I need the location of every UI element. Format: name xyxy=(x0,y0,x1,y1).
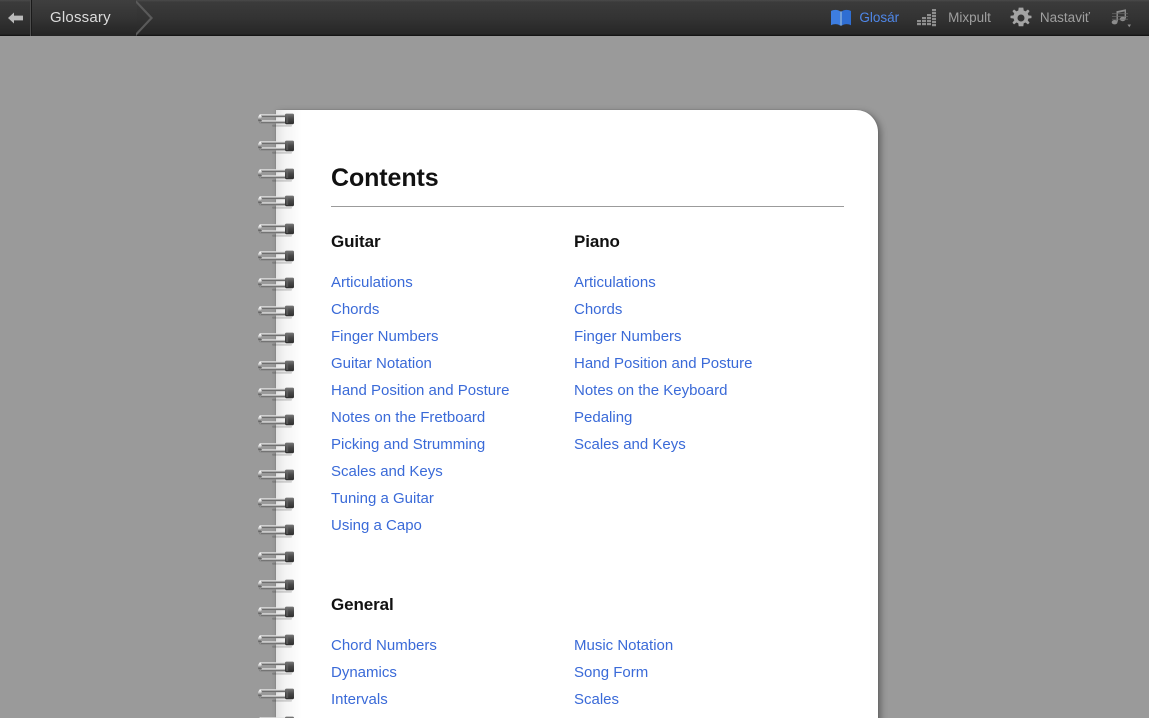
breadcrumb-label: Glossary xyxy=(50,9,111,26)
toolbar-item-glossary[interactable]: Glosár xyxy=(821,0,908,36)
sections-container: Guitar Piano Articulations Chords Finger… xyxy=(331,232,851,713)
list-item[interactable]: Picking and Strumming xyxy=(331,431,574,458)
piano-link-list: Articulations Chords Finger Numbers Hand… xyxy=(574,269,817,539)
mixer-icon xyxy=(917,8,941,27)
toolbar-item-mixer[interactable]: Mixpult xyxy=(908,0,1000,36)
section-general: General Chord Numbers Dynamics Intervals… xyxy=(331,595,851,713)
top-toolbar: Glossary Glosár Mixpult Nastaviť xyxy=(0,0,1149,36)
back-arrow-icon xyxy=(7,11,24,25)
list-item[interactable]: Scales xyxy=(574,686,817,713)
section-heading-general: General xyxy=(331,595,394,614)
music-note-icon xyxy=(1108,8,1132,28)
list-item[interactable]: Chords xyxy=(574,296,817,323)
list-item[interactable]: Articulations xyxy=(574,269,817,296)
list-item[interactable]: Music Notation xyxy=(574,632,817,659)
toolbar-item-settings[interactable]: Nastaviť xyxy=(1000,0,1099,36)
general-link-list-left: Chord Numbers Dynamics Intervals xyxy=(331,632,574,713)
chevron-down-icon xyxy=(1127,24,1131,27)
section-links-row: Chord Numbers Dynamics Intervals Music N… xyxy=(331,632,851,713)
list-item[interactable]: Song Form xyxy=(574,659,817,686)
breadcrumb-chevron-icon xyxy=(135,0,154,36)
list-item[interactable]: Scales and Keys xyxy=(331,458,574,485)
section-headings-row: General xyxy=(331,595,851,615)
title-divider xyxy=(331,206,844,207)
book-icon xyxy=(830,9,852,27)
list-item[interactable]: Scales and Keys xyxy=(574,431,817,458)
breadcrumb-item-glossary[interactable]: Glossary xyxy=(32,0,153,36)
page-title: Contents xyxy=(331,164,439,192)
notebook-page: Contents Guitar Piano Articulations Chor… xyxy=(276,110,878,718)
section-links-row: Articulations Chords Finger Numbers Guit… xyxy=(331,269,851,539)
list-item[interactable]: Hand Position and Posture xyxy=(574,350,817,377)
general-link-list-right: Music Notation Song Form Scales xyxy=(574,632,817,713)
list-item[interactable]: Notes on the Keyboard xyxy=(574,377,817,404)
list-item[interactable]: Tuning a Guitar xyxy=(331,485,574,512)
toolbar-item-music[interactable] xyxy=(1099,0,1141,36)
section-heading-piano: Piano xyxy=(574,232,620,251)
list-item[interactable]: Chord Numbers xyxy=(331,632,574,659)
gear-icon xyxy=(1009,6,1033,30)
section-instruments: Guitar Piano Articulations Chords Finger… xyxy=(331,232,851,539)
toolbar-item-label: Mixpult xyxy=(948,10,991,25)
list-item[interactable]: Guitar Notation xyxy=(331,350,574,377)
guitar-link-list: Articulations Chords Finger Numbers Guit… xyxy=(331,269,574,539)
list-item[interactable]: Articulations xyxy=(331,269,574,296)
list-item[interactable]: Dynamics xyxy=(331,659,574,686)
list-item[interactable]: Using a Capo xyxy=(331,512,574,539)
notebook: Contents Guitar Piano Articulations Chor… xyxy=(258,110,878,718)
list-item[interactable]: Hand Position and Posture xyxy=(331,377,574,404)
list-item[interactable]: Intervals xyxy=(331,686,574,713)
list-item[interactable]: Chords xyxy=(331,296,574,323)
list-item[interactable]: Finger Numbers xyxy=(574,323,817,350)
page-gutter-shadow xyxy=(276,110,302,718)
section-headings-row: Guitar Piano xyxy=(331,232,851,252)
app-window: Glossary Glosár Mixpult Nastaviť Content… xyxy=(0,0,1149,718)
toolbar-item-label: Nastaviť xyxy=(1039,10,1090,25)
list-item[interactable]: Finger Numbers xyxy=(331,323,574,350)
toolbar-tools: Glosár Mixpult Nastaviť xyxy=(821,0,1149,36)
back-button[interactable] xyxy=(0,0,32,36)
list-item[interactable]: Notes on the Fretboard xyxy=(331,404,574,431)
toolbar-item-label: Glosár xyxy=(859,10,900,25)
section-heading-guitar: Guitar xyxy=(331,232,381,251)
breadcrumb: Glossary xyxy=(0,0,153,36)
list-item[interactable]: Pedaling xyxy=(574,404,817,431)
page-content: Contents Guitar Piano Articulations Chor… xyxy=(331,110,851,718)
